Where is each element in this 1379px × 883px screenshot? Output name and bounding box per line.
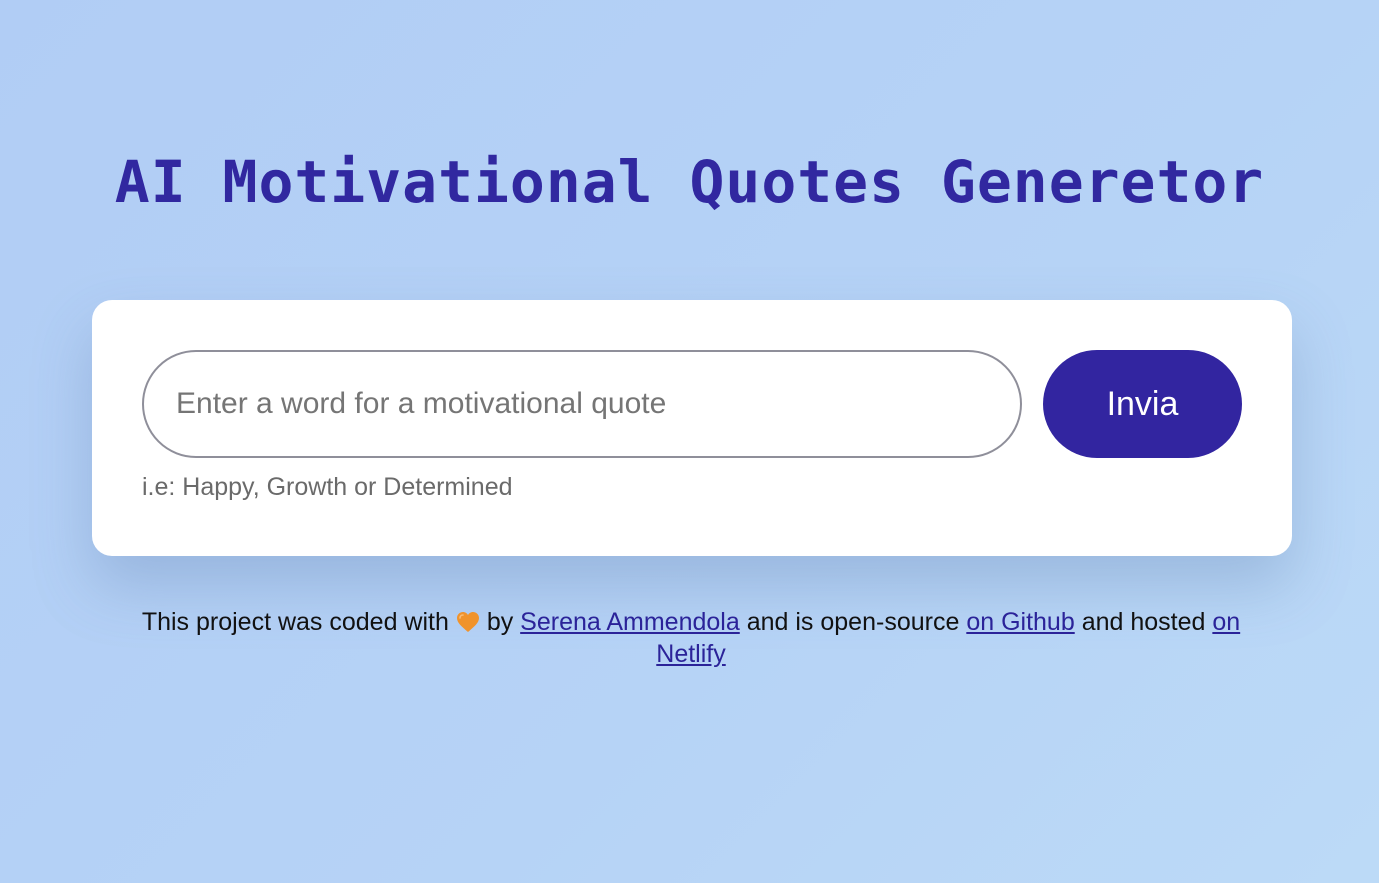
footer-text: and is open-source xyxy=(746,608,960,636)
footer-text: and hosted xyxy=(1081,608,1206,636)
page-title: AI Motivational Quotes Generetor xyxy=(114,148,1265,216)
footer-text: This project was coded with xyxy=(141,608,449,636)
word-input[interactable] xyxy=(142,350,1022,458)
submit-button[interactable]: Invia xyxy=(1043,350,1242,458)
github-link[interactable]: on Github xyxy=(966,608,1074,636)
footer: This project was coded with by Serena Am… xyxy=(110,606,1272,670)
input-hint: i.e: Happy, Growth or Determined xyxy=(142,473,513,501)
author-link[interactable]: Serena Ammendola xyxy=(520,608,740,636)
footer-text: by xyxy=(486,608,514,636)
orange-heart-icon xyxy=(456,609,480,632)
quote-form-card: Invia i.e: Happy, Growth or Determined xyxy=(92,300,1292,556)
